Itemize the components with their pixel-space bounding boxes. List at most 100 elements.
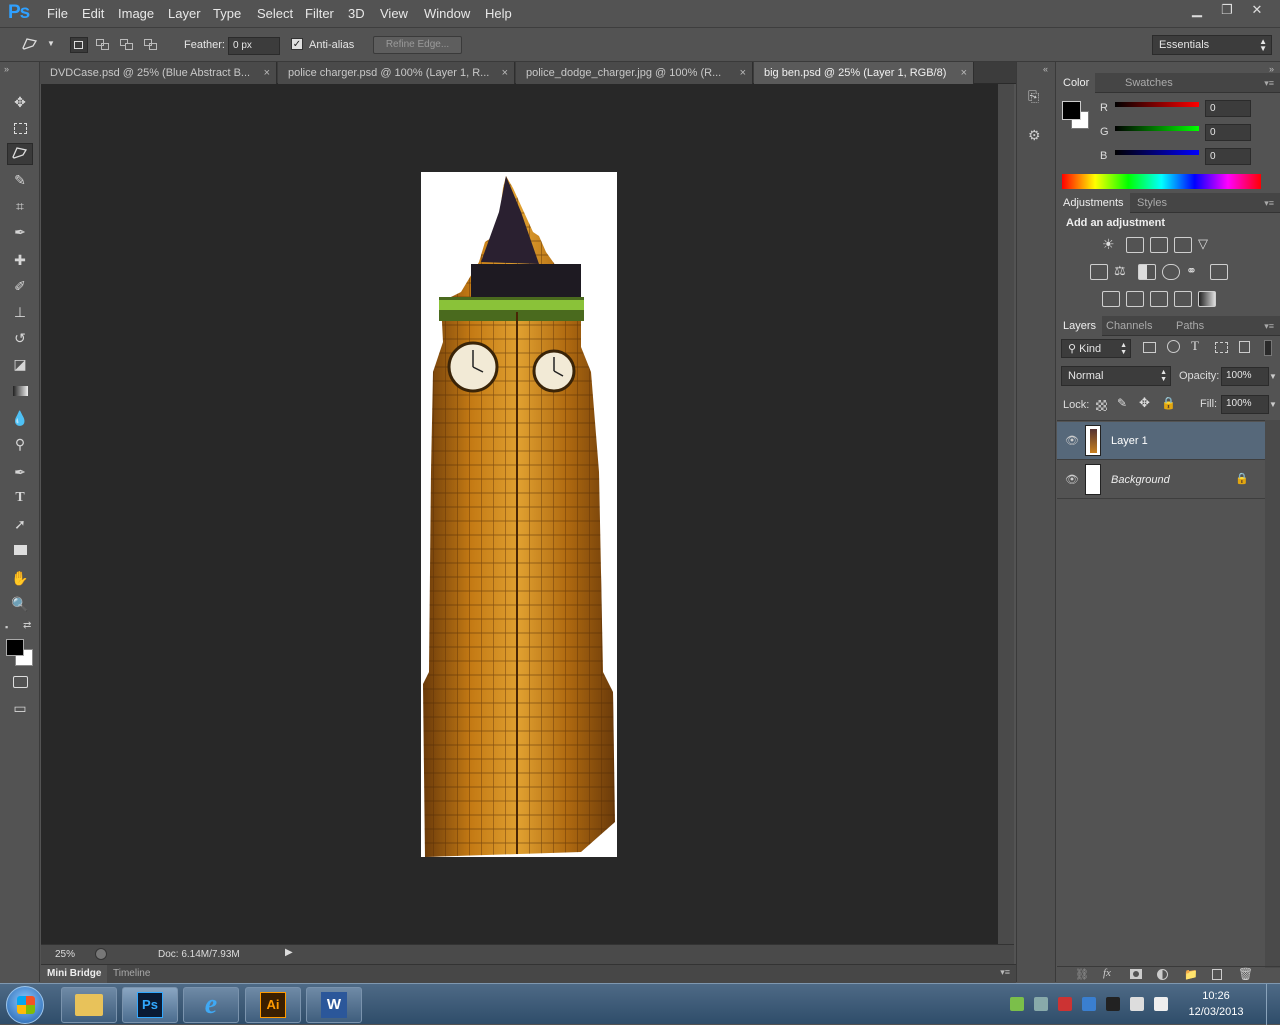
volume-icon[interactable] <box>1154 997 1168 1011</box>
move-tool-icon[interactable]: ✥ <box>7 91 33 113</box>
rectangle-tool-icon[interactable] <box>7 539 33 561</box>
threshold-icon[interactable] <box>1150 291 1168 307</box>
tab-swatches[interactable]: Swatches <box>1119 73 1179 93</box>
taskbar-photoshop[interactable]: Ps <box>122 987 178 1023</box>
eraser-tool-icon[interactable]: ◪ <box>7 353 33 375</box>
menu-view[interactable]: View <box>380 6 408 21</box>
red-slider[interactable] <box>1115 102 1199 107</box>
filter-shape-icon[interactable] <box>1215 342 1228 353</box>
lock-transparent-icon[interactable] <box>1096 400 1107 411</box>
path-selection-tool-icon[interactable]: ➚ <box>7 513 33 535</box>
clone-stamp-tool-icon[interactable]: ⊥ <box>7 301 33 323</box>
tray-icon-4[interactable] <box>1082 997 1096 1011</box>
filter-pixel-icon[interactable] <box>1143 342 1156 353</box>
curves-icon[interactable] <box>1150 237 1168 253</box>
close-tab-icon[interactable]: × <box>264 62 270 84</box>
menu-select[interactable]: Select <box>257 6 293 21</box>
menu-3d[interactable]: 3D <box>348 6 365 21</box>
tray-icon-3[interactable] <box>1058 997 1072 1011</box>
tab-mini-bridge[interactable]: Mini Bridge <box>41 965 108 983</box>
properties-panel-icon[interactable]: ⚙ <box>1028 127 1048 147</box>
vibrance-icon[interactable]: ▽ <box>1198 237 1216 253</box>
gradient-tool-icon[interactable] <box>7 380 33 402</box>
menu-window[interactable]: Window <box>424 6 470 21</box>
layer-name[interactable]: Background <box>1111 474 1170 486</box>
black-white-icon[interactable] <box>1138 264 1156 280</box>
new-layer-icon[interactable] <box>1212 969 1222 980</box>
exposure-icon[interactable] <box>1174 237 1192 253</box>
polygonal-lasso-tool-icon[interactable] <box>7 143 33 165</box>
filter-type-icon[interactable]: T <box>1191 338 1199 354</box>
tab-police-dodge-charger[interactable]: police_dodge_charger.jpg @ 100% (R... × <box>516 62 753 84</box>
blend-mode-dropdown[interactable]: Normal ▲ ▼ <box>1061 366 1171 386</box>
layer-row-background[interactable]: 👁 Background 🔒 <box>1057 461 1265 499</box>
show-desktop-button[interactable] <box>1266 984 1280 1025</box>
healing-brush-tool-icon[interactable]: ✚ <box>7 249 33 271</box>
default-colors-icon[interactable]: ▪ <box>5 622 8 632</box>
vertical-scrollbar[interactable] <box>998 84 1014 944</box>
new-selection-button[interactable] <box>70 37 88 53</box>
close-tab-icon[interactable]: × <box>961 62 967 84</box>
blue-slider[interactable] <box>1115 150 1199 155</box>
close-tab-icon[interactable]: × <box>740 62 746 84</box>
trash-icon[interactable]: 🗑 <box>1238 967 1253 981</box>
taskbar-word[interactable]: W <box>306 987 362 1023</box>
green-slider[interactable] <box>1115 126 1199 131</box>
eyedropper-tool-icon[interactable]: ✒ <box>7 221 33 243</box>
eye-visibility-icon[interactable]: 👁 <box>1065 473 1079 486</box>
intersect-selection-button[interactable] <box>142 37 160 53</box>
panel-menu-icon[interactable]: ▾≡ <box>1258 73 1280 93</box>
quick-selection-tool-icon[interactable]: ✎ <box>7 169 33 191</box>
feather-input[interactable]: 0 px <box>228 37 280 55</box>
lock-all-icon[interactable]: 🔒 <box>1161 396 1176 410</box>
expand-dock-icon[interactable]: « <box>1043 64 1048 74</box>
restore-icon[interactable]: ❐ <box>1212 0 1242 20</box>
menu-file[interactable]: File <box>47 6 68 21</box>
menu-filter[interactable]: Filter <box>305 6 334 21</box>
new-group-icon[interactable]: 📁 <box>1184 968 1198 981</box>
filter-toggle-switch[interactable] <box>1264 340 1272 356</box>
tray-icon-2[interactable] <box>1034 997 1048 1011</box>
link-layers-icon[interactable]: ⛓ <box>1075 968 1089 981</box>
tab-dvdcase[interactable]: DVDCase.psd @ 25% (Blue Abstract B... × <box>40 62 277 84</box>
tab-police-charger[interactable]: police charger.psd @ 100% (Layer 1, R...… <box>278 62 515 84</box>
menu-edit[interactable]: Edit <box>82 6 104 21</box>
document-canvas[interactable] <box>421 172 617 857</box>
workspace-dropdown[interactable]: Essentials ▲ ▼ <box>1152 35 1272 55</box>
swap-colors-icon[interactable]: ⇄ <box>23 620 31 631</box>
minimize-icon[interactable]: ▁ <box>1182 0 1212 20</box>
tab-channels[interactable]: Channels <box>1100 316 1158 336</box>
marquee-tool-icon[interactable] <box>7 117 33 139</box>
tab-big-ben[interactable]: big ben.psd @ 25% (Layer 1, RGB/8) × <box>754 62 974 84</box>
hand-tool-icon[interactable]: ✋ <box>7 567 33 589</box>
tab-paths[interactable]: Paths <box>1170 316 1210 336</box>
collapse-toolbox-icon[interactable]: » <box>4 64 9 74</box>
filter-smart-object-icon[interactable] <box>1239 341 1250 353</box>
screen-mode-icon[interactable]: ▭ <box>7 697 33 719</box>
clock-date[interactable]: 12/03/2013 <box>1182 1006 1250 1018</box>
layer-filter-dropdown[interactable]: ⚲ Kind ▲ ▼ <box>1061 339 1131 358</box>
add-to-selection-button[interactable] <box>94 37 112 53</box>
opacity-input[interactable]: 100% <box>1221 367 1269 386</box>
type-tool-icon[interactable]: T <box>7 487 33 509</box>
lock-position-icon[interactable]: ✥ <box>1139 395 1150 411</box>
taskbar-illustrator[interactable]: Ai <box>245 987 301 1023</box>
layer-name[interactable]: Layer 1 <box>1111 435 1148 447</box>
gradient-map-icon[interactable] <box>1198 291 1216 307</box>
menu-type[interactable]: Type <box>213 6 241 21</box>
fill-dropdown-icon[interactable]: ▼ <box>1269 395 1277 414</box>
lock-pixels-icon[interactable]: ✎ <box>1117 396 1127 410</box>
dodge-tool-icon[interactable]: ⚲ <box>7 433 33 455</box>
panel-menu-icon[interactable]: ▾≡ <box>1000 967 1010 978</box>
panel-menu-icon[interactable]: ▾≡ <box>1258 193 1280 213</box>
layers-scrollbar[interactable] <box>1265 420 1280 968</box>
zoom-tool-icon[interactable]: 🔍 <box>7 593 33 615</box>
pen-tool-icon[interactable]: ✒ <box>7 461 33 483</box>
refine-edge-button[interactable]: Refine Edge... <box>373 36 462 54</box>
close-tab-icon[interactable]: × <box>502 62 508 84</box>
red-value-input[interactable]: 0 <box>1205 100 1251 117</box>
menu-image[interactable]: Image <box>118 6 154 21</box>
tray-icon-1[interactable] <box>1010 997 1024 1011</box>
history-brush-tool-icon[interactable]: ↺ <box>7 327 33 349</box>
panel-menu-icon[interactable]: ▾≡ <box>1258 316 1280 336</box>
